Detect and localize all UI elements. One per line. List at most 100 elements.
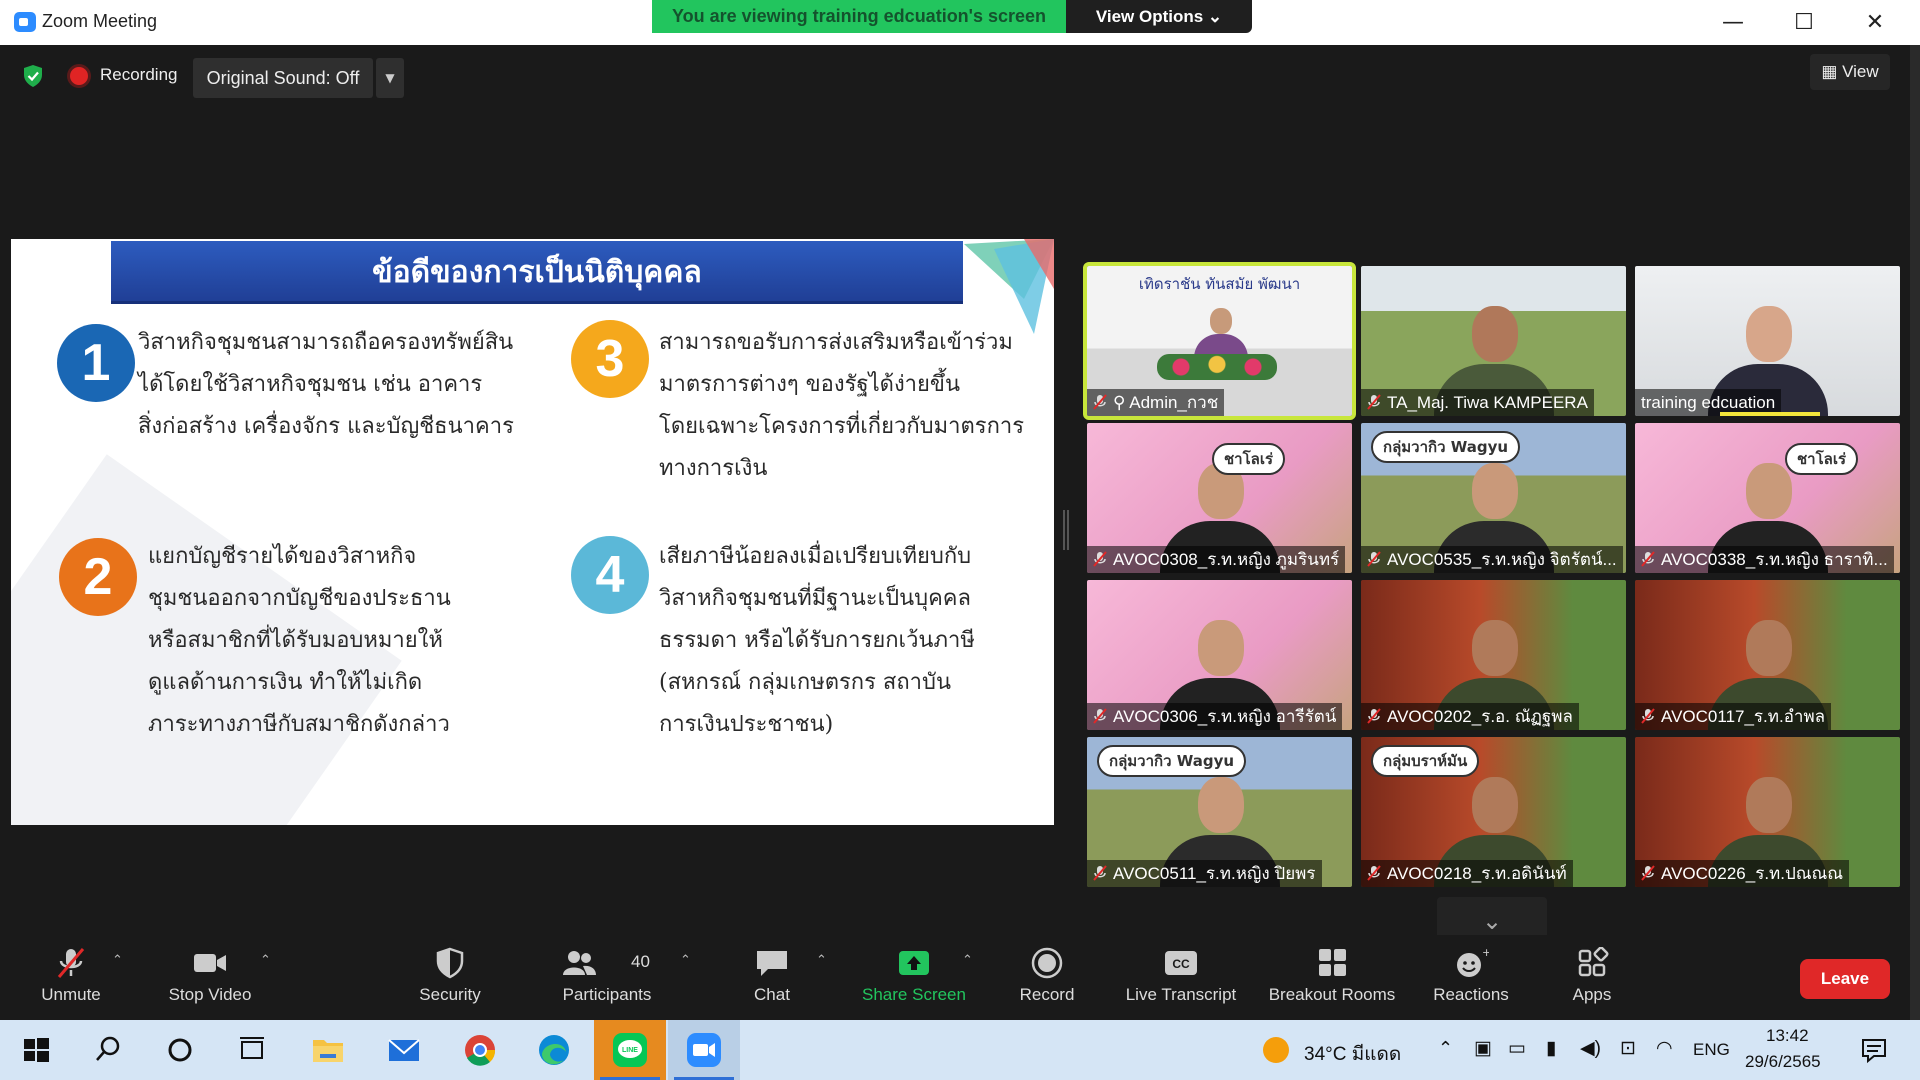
point-text-line: ภาระทางภาษีกับสมาชิกดังกล่าว: [148, 712, 450, 737]
notification-icon[interactable]: [1854, 1030, 1894, 1070]
clock-date[interactable]: 29/6/2565: [1745, 1052, 1821, 1072]
participant-video-tile[interactable]: AVOC0306_ร.ท.หญิง อารีรัตน์: [1087, 580, 1352, 730]
apps-icon: [1578, 947, 1609, 977]
mic-muted-icon: [1367, 394, 1381, 410]
participant-video-tile[interactable]: กลุ่มวากิว Wagyu AVOC0511_ร.ท.หญิง ปิยพร: [1087, 737, 1352, 887]
grid-icon: ▦: [1821, 62, 1838, 81]
participant-head: [1745, 620, 1792, 676]
participants-button[interactable]: 40 Participants: [555, 935, 659, 1020]
tray-chevron-up-icon[interactable]: ⌃: [1438, 1038, 1453, 1059]
apps-button[interactable]: Apps: [1560, 935, 1624, 1020]
share-screen-button[interactable]: Share Screen: [858, 935, 970, 1020]
windows-start-icon[interactable]: [16, 1030, 56, 1070]
stop-video-button[interactable]: Stop Video: [160, 935, 260, 1020]
chat-button[interactable]: Chat: [740, 935, 804, 1020]
stop-video-label: Stop Video: [168, 985, 252, 1004]
participant-name-bar: TA_Maj. Tiwa KAMPEERA: [1361, 389, 1594, 416]
search-icon[interactable]: [88, 1030, 128, 1070]
chat-options-caret-icon[interactable]: ⌃: [816, 953, 827, 968]
display-icon[interactable]: ⊡: [1620, 1037, 1636, 1060]
video-camera-icon: [194, 954, 226, 972]
point-text-line: สามารถขอรับการส่งเสริมหรือเข้าร่วม: [659, 330, 1013, 355]
point-text-line: เสียภาษีน้อยลงเมื่อเปรียบเทียบกับ: [659, 544, 972, 569]
mic-muted-icon: [1093, 708, 1107, 724]
view-layout-button[interactable]: ▦ View: [1810, 54, 1890, 90]
battery-icon[interactable]: ▭: [1508, 1037, 1526, 1060]
file-explorer-icon[interactable]: [308, 1030, 348, 1070]
maximize-button[interactable]: ☐: [1775, 0, 1833, 45]
split-resize-handle[interactable]: [1063, 510, 1069, 550]
title-bar: Zoom Meeting You are viewing training ed…: [0, 0, 1920, 45]
audio-options-caret-icon[interactable]: ⌃: [112, 953, 123, 968]
record-icon: [1031, 947, 1063, 979]
svg-text:LINE: LINE: [622, 1047, 638, 1054]
participant-name: TA_Maj. Tiwa KAMPEERA: [1387, 393, 1588, 412]
participant-head: [1471, 306, 1518, 362]
task-view-icon[interactable]: [232, 1030, 272, 1070]
breakout-rooms-button[interactable]: Breakout Rooms: [1262, 935, 1402, 1020]
share-options-caret-icon[interactable]: ⌃: [962, 953, 973, 968]
slide-title: ข้อดีของการเป็นนิติบุคคล: [372, 255, 702, 290]
participant-video-tile[interactable]: training edcuation: [1635, 266, 1900, 416]
participant-head: [1745, 463, 1792, 519]
flower-arrangement: [1157, 354, 1277, 380]
participant-name-bar: AVOC0202_ร.อ. ณัฏฐพล: [1361, 703, 1579, 730]
participant-video-tile[interactable]: กลุ่มบราห์มัน AVOC0218_ร.ท.อดินันท์: [1361, 737, 1626, 887]
close-button[interactable]: ✕: [1846, 0, 1904, 45]
participant-video-tile[interactable]: TA_Maj. Tiwa KAMPEERA: [1361, 266, 1626, 416]
live-transcript-button[interactable]: CC Live Transcript: [1116, 935, 1246, 1020]
point-text-line: ได้โดยใช้วิสาหกิจชุมชน เช่น อาคาร: [138, 372, 483, 397]
input-language[interactable]: ENG: [1693, 1040, 1730, 1060]
participant-video-tile[interactable]: AVOC0117_ร.ท.อำพล: [1635, 580, 1900, 730]
network-status-icon[interactable]: ▣: [1474, 1037, 1492, 1060]
participant-video-tile[interactable]: เทิดราชัน ทันสมัย พัฒนา ⚲ Admin_กวช: [1083, 262, 1356, 420]
original-sound-caret-icon[interactable]: ▼: [376, 58, 404, 98]
security-button[interactable]: Security: [405, 935, 495, 1020]
window-title: Zoom Meeting: [42, 11, 158, 31]
edge-icon[interactable]: [534, 1030, 574, 1070]
record-button[interactable]: Record: [1010, 935, 1084, 1020]
participant-head: [1197, 620, 1244, 676]
reactions-button[interactable]: + Reactions: [1426, 935, 1516, 1020]
point-text-line: (สหกรณ์ กลุ่มเกษตรกร สถาบัน: [659, 670, 952, 695]
participant-name-bar: AVOC0308_ร.ท.หญิง ภูมรินทร์: [1087, 546, 1346, 573]
wifi-icon[interactable]: ◠: [1656, 1037, 1673, 1060]
participant-name: AVOC0117_ร.ท.อำพล: [1661, 707, 1826, 726]
security-label: Security: [419, 985, 481, 1004]
participant-video-tile[interactable]: ชาโลเร่ AVOC0338_ร.ท.หญิง ธาราทิ...: [1635, 423, 1900, 573]
share-screen-icon: [899, 951, 929, 975]
clock-time[interactable]: 13:42: [1766, 1026, 1809, 1046]
closed-caption-text: CC: [1172, 957, 1190, 971]
weather-text[interactable]: 34°C มีแดด: [1304, 1039, 1401, 1069]
mic-muted-icon: [1367, 865, 1381, 881]
apps-label: Apps: [1572, 985, 1612, 1004]
leave-button[interactable]: Leave: [1800, 959, 1890, 999]
participant-head: [1471, 620, 1518, 676]
participant-name-bar: ⚲ Admin_กวช: [1087, 389, 1225, 416]
cortana-icon[interactable]: [160, 1030, 200, 1070]
minimize-button[interactable]: —: [1704, 0, 1762, 45]
zoom-app-icon[interactable]: [684, 1030, 724, 1070]
participant-head: [1471, 777, 1518, 833]
background-sign-text: กลุ่มบราห์มัน: [1371, 745, 1480, 777]
video-options-caret-icon[interactable]: ⌃: [260, 953, 271, 968]
mail-icon[interactable]: [384, 1030, 424, 1070]
microphone-icon[interactable]: ▮: [1546, 1037, 1556, 1060]
mic-muted-icon: [1367, 551, 1381, 567]
speaker-icon[interactable]: ◀): [1580, 1037, 1601, 1060]
unmute-button[interactable]: Unmute: [28, 935, 114, 1020]
participant-video-tile[interactable]: กลุ่มวากิว Wagyu AVOC0535_ร.ท.หญิง จิตรัต…: [1361, 423, 1626, 573]
view-options-button[interactable]: View Options ⌄: [1066, 0, 1252, 33]
participant-video-tile[interactable]: ชาโลเร่ AVOC0308_ร.ท.หญิง ภูมรินทร์: [1087, 423, 1352, 573]
participant-video-tile[interactable]: AVOC0226_ร.ท.ปณณณ: [1635, 737, 1900, 887]
participant-name-bar: AVOC0338_ร.ท.หญิง ธาราทิ...: [1635, 546, 1894, 573]
participant-video-tile[interactable]: AVOC0202_ร.อ. ณัฏฐพล: [1361, 580, 1626, 730]
original-sound-button[interactable]: Original Sound: Off: [193, 58, 373, 98]
line-app-icon[interactable]: LINE: [610, 1030, 650, 1070]
security-shield-icon[interactable]: [22, 64, 44, 88]
room-banner-text: เทิดราชัน ทันสมัย พัฒนา: [1138, 275, 1301, 293]
speaking-indicator: [1720, 412, 1820, 416]
participant-name-bar: AVOC0226_ร.ท.ปณณณ: [1635, 860, 1850, 887]
participants-options-caret-icon[interactable]: ⌃: [680, 953, 691, 968]
chrome-icon[interactable]: [460, 1030, 500, 1070]
